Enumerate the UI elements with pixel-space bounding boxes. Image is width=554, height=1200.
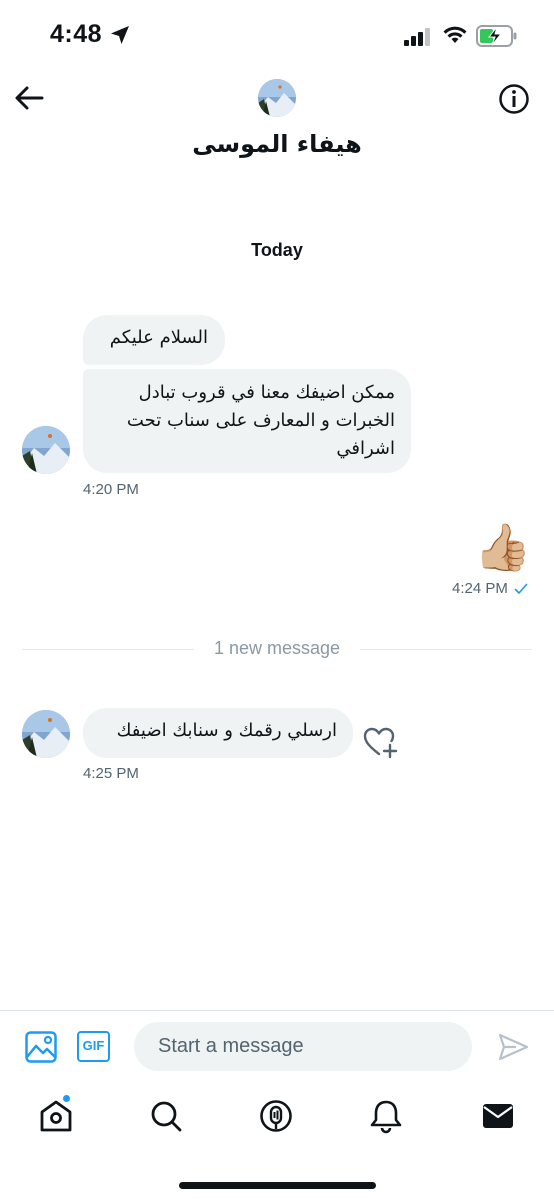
battery-charging-icon [476, 25, 517, 47]
messages-envelope-icon[interactable] [480, 1098, 516, 1134]
read-check-icon [514, 583, 528, 594]
add-reaction-heart-icon[interactable] [362, 725, 398, 759]
send-icon[interactable] [497, 1032, 529, 1062]
message-bubble-incoming[interactable]: السلام عليكم [83, 315, 225, 365]
divider-line [22, 649, 194, 650]
message-timestamp: 4:20 PM [83, 481, 139, 498]
status-bar: 4:48 [0, 0, 554, 70]
message-bubble-incoming[interactable]: ممكن اضيفك معنا في قروب تبادل الخبرات و … [83, 369, 411, 473]
contact-name[interactable]: هيفاء الموسى [0, 130, 554, 158]
avatar-mountain-image [22, 710, 70, 758]
date-separator: Today [251, 240, 303, 260]
avatar-mountain-image [22, 426, 70, 474]
contact-avatar[interactable] [258, 79, 296, 117]
search-icon[interactable] [148, 1098, 184, 1134]
avatar-mountain-image [258, 79, 296, 117]
signal-icon [404, 28, 430, 46]
home-indicator[interactable] [179, 1182, 376, 1189]
home-icon[interactable] [38, 1098, 74, 1134]
message-timestamp: 4:24 PM [452, 580, 508, 597]
wifi-icon [443, 26, 467, 43]
back-arrow-icon[interactable] [14, 84, 44, 112]
thumbs-up-emoji-message[interactable]: 👍🏼 [474, 520, 531, 574]
image-media-icon[interactable] [24, 1030, 58, 1064]
message-input[interactable] [134, 1022, 472, 1071]
message-timestamp: 4:25 PM [83, 765, 139, 782]
status-time: 4:48 [50, 20, 103, 48]
gif-button[interactable]: GIF [77, 1031, 110, 1062]
composer-divider [0, 1010, 554, 1011]
notifications-bell-icon[interactable] [368, 1098, 404, 1134]
location-arrow-icon [111, 26, 129, 44]
info-icon[interactable] [498, 83, 530, 115]
sender-avatar[interactable] [22, 710, 70, 758]
divider-line [360, 649, 532, 650]
new-message-divider: 1 new message [213, 638, 341, 658]
spaces-microphone-icon[interactable] [258, 1098, 294, 1134]
message-bubble-incoming[interactable]: ارسلي رقمك و سنابك اضيفك [83, 708, 353, 758]
home-notification-dot [62, 1094, 71, 1103]
sender-avatar[interactable] [22, 426, 70, 474]
